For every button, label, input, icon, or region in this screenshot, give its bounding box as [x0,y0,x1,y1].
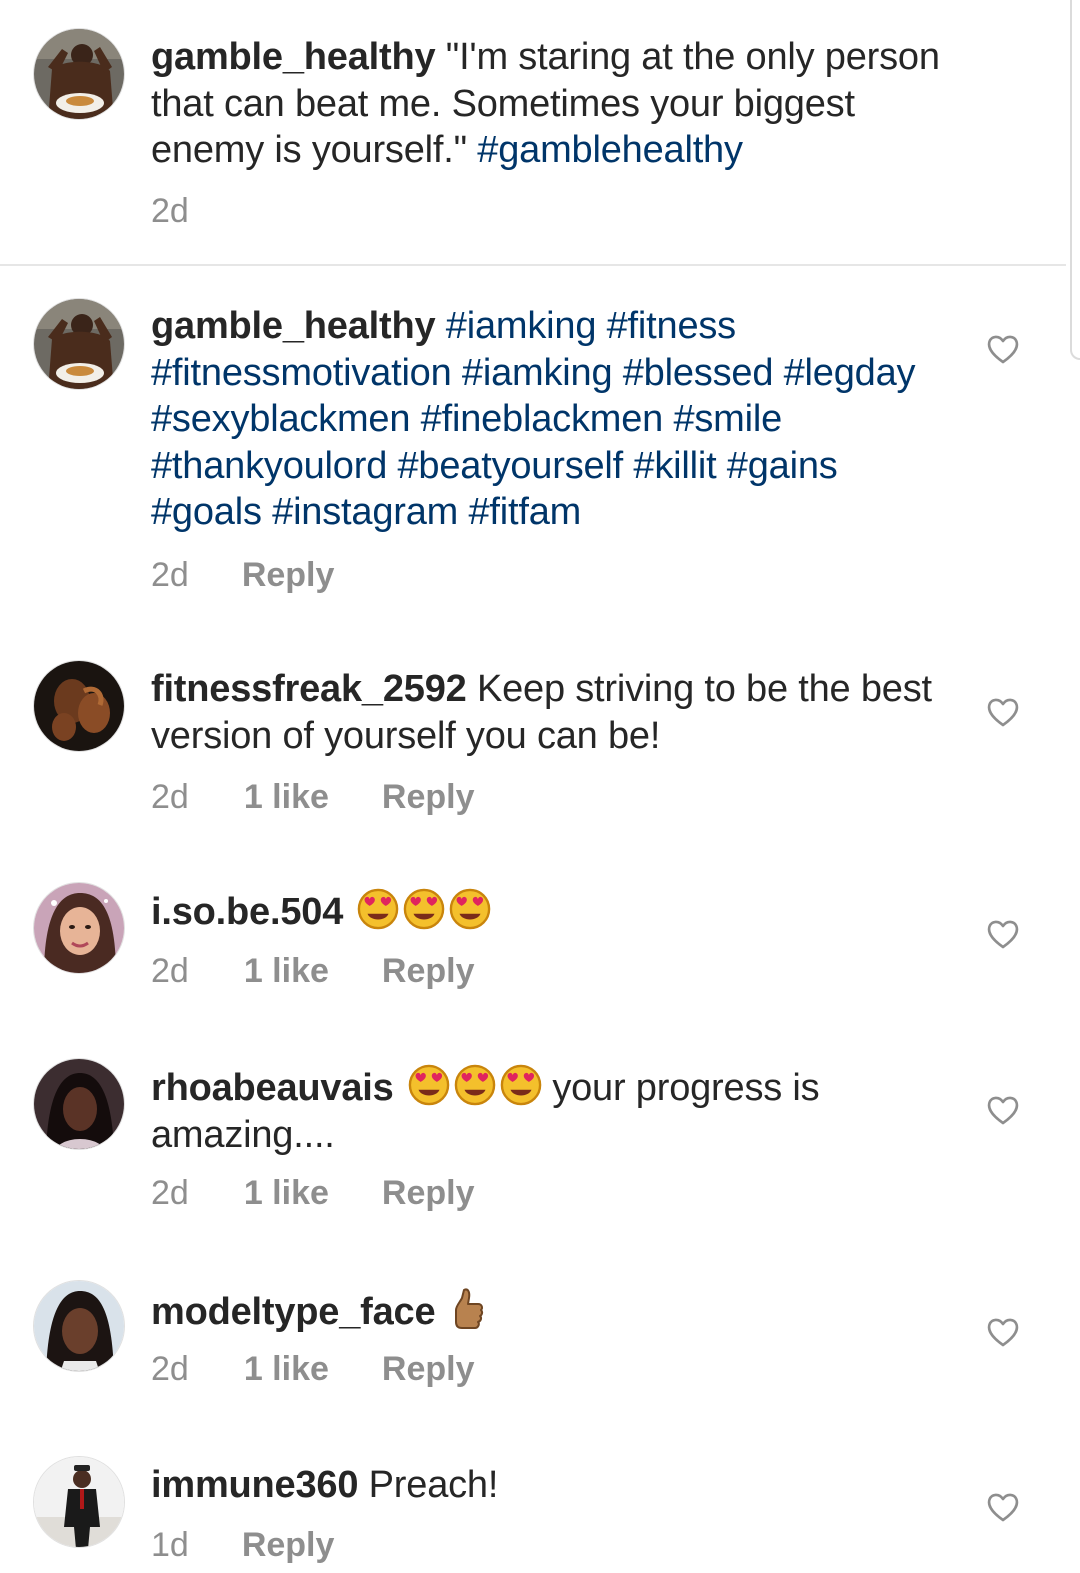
reply-button[interactable]: Reply [382,1350,475,1389]
profile-photo-muscular-man-icon [34,299,124,389]
timestamp: 2d [151,1174,189,1212]
profile-photo-muscular-man-icon [34,29,124,119]
heart-outline-icon[interactable] [986,696,1020,728]
likes-count[interactable]: 1 like [244,952,329,991]
profile-photo-bodybuilder-icon [34,661,124,751]
comments-screen: gamble_healthy "I'm staring at the only … [0,0,1080,1573]
comment-body: i.so.be.504 [151,888,961,936]
comment-body: immune360 Preach! [151,1462,961,1509]
reply-button[interactable]: Reply [382,1174,475,1213]
timestamp: 2d [151,952,189,990]
timestamp: 2d [151,778,189,816]
comment-body: fitnessfreak_2592 Keep striving to be th… [151,666,961,759]
timestamp: 2d [151,1350,189,1388]
comment-body: rhoabeauvais your progress is amazing...… [151,1064,921,1158]
comment-body: gamble_healthy "I'm staring at the only … [151,34,961,174]
reply-button[interactable]: Reply [242,1526,335,1565]
comment-meta: 2d 1 like Reply [151,778,475,817]
comment-meta: 1d Reply [151,1526,334,1565]
avatar[interactable] [33,1456,125,1548]
heart-eyes-emoji-icon [454,1064,496,1106]
profile-photo-woman-icon [34,1281,124,1371]
username-link[interactable]: i.so.be.504 [151,891,343,933]
profile-photo-woman-icon [34,883,124,973]
heart-outline-icon[interactable] [986,918,1020,950]
comment-meta: 2d [151,192,189,231]
timestamp: 2d [151,556,189,594]
heart-eyes-emoji-icon [450,888,491,930]
comment-body: modeltype_face [151,1286,961,1336]
thumbs-up-emoji-icon [454,1288,483,1329]
caption-divider [0,264,1066,266]
heart-eyes-emoji-icon [500,1064,542,1106]
avatar[interactable] [33,882,125,974]
reply-button[interactable]: Reply [382,778,475,817]
avatar[interactable] [33,28,125,120]
timestamp: 2d [151,192,189,230]
heart-eyes-emoji-icon [404,888,445,930]
likes-count[interactable]: 1 like [244,1350,329,1389]
scroll-edge [1070,0,1080,360]
hashtag-link[interactable]: #gamblehealthy [477,129,743,171]
avatar[interactable] [33,298,125,390]
likes-count[interactable]: 1 like [244,778,329,817]
username-link[interactable]: immune360 [151,1464,358,1506]
timestamp: 1d [151,1526,189,1564]
avatar[interactable] [33,1058,125,1150]
comment-body: gamble_healthy #iamking #fitness #fitnes… [151,303,921,536]
reply-button[interactable]: Reply [242,556,335,595]
comment-meta: 2d 1 like Reply [151,1350,475,1389]
heart-outline-icon[interactable] [986,1316,1020,1348]
username-link[interactable]: gamble_healthy [151,305,436,347]
username-link[interactable]: gamble_healthy [151,36,436,78]
heart-eyes-emoji-icon [408,1064,450,1106]
profile-photo-woman-icon [34,1059,124,1149]
heart-outline-icon[interactable] [986,1491,1020,1523]
heart-outline-icon[interactable] [986,333,1020,365]
username-link[interactable]: fitnessfreak_2592 [151,668,467,710]
reply-button[interactable]: Reply [382,952,475,991]
comment-meta: 2d 1 like Reply [151,1174,475,1213]
avatar[interactable] [33,1280,125,1372]
comment-meta: 2d Reply [151,556,334,595]
heart-eyes-emoji-icon [358,888,399,930]
comment-meta: 2d 1 like Reply [151,952,475,991]
profile-photo-man-suit-icon [34,1457,124,1547]
avatar[interactable] [33,660,125,752]
comment-text: Preach! [358,1464,499,1506]
heart-outline-icon[interactable] [986,1094,1020,1126]
likes-count[interactable]: 1 like [244,1174,329,1213]
username-link[interactable]: modeltype_face [151,1291,436,1333]
username-link[interactable]: rhoabeauvais [151,1067,394,1109]
